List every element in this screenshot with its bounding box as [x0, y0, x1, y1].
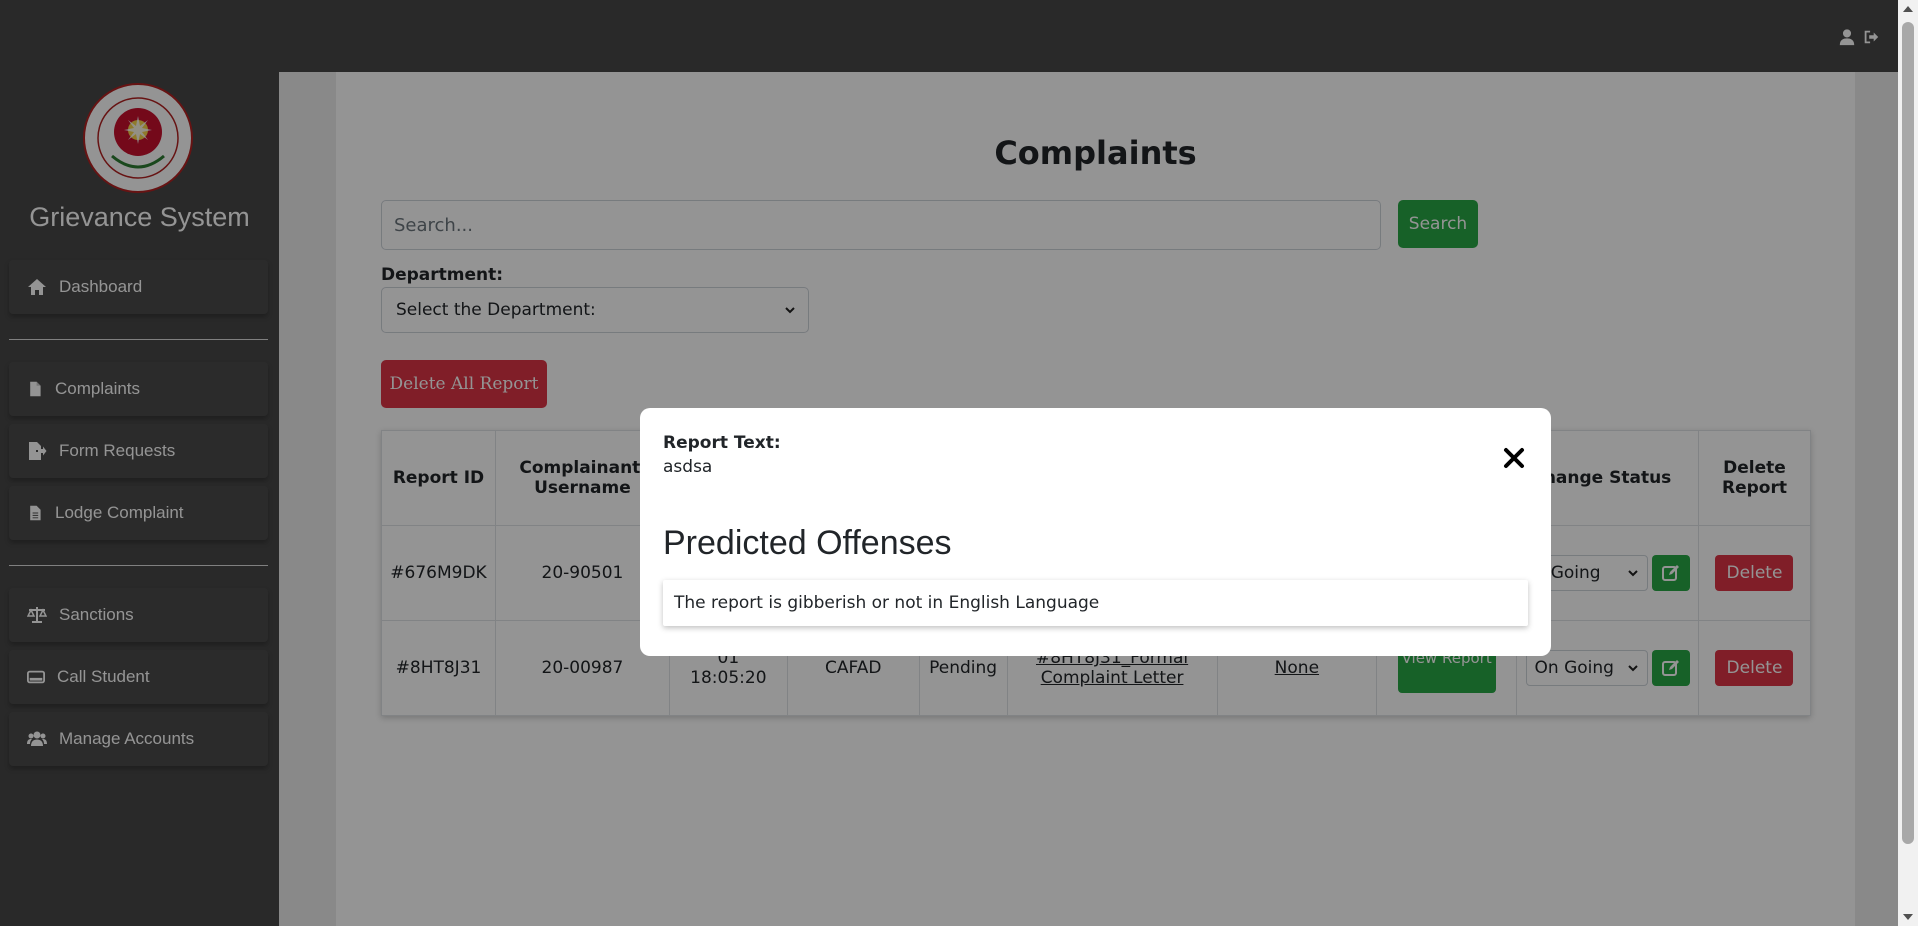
page-scrollbar[interactable]: [1898, 0, 1918, 926]
scrollbar-thumb[interactable]: [1902, 22, 1914, 844]
report-modal: Report Text: asdsa Predicted Offenses Th…: [640, 408, 1551, 656]
scroll-down-arrow-icon[interactable]: [1903, 914, 1913, 920]
report-text-label: Report Text:: [663, 433, 781, 453]
report-text-value: asdsa: [663, 457, 713, 477]
predicted-offenses-title: Predicted Offenses: [663, 524, 952, 562]
close-icon[interactable]: [1502, 446, 1526, 470]
scroll-up-arrow-icon[interactable]: [1903, 6, 1913, 12]
offense-item: The report is gibberish or not in Englis…: [663, 580, 1528, 626]
